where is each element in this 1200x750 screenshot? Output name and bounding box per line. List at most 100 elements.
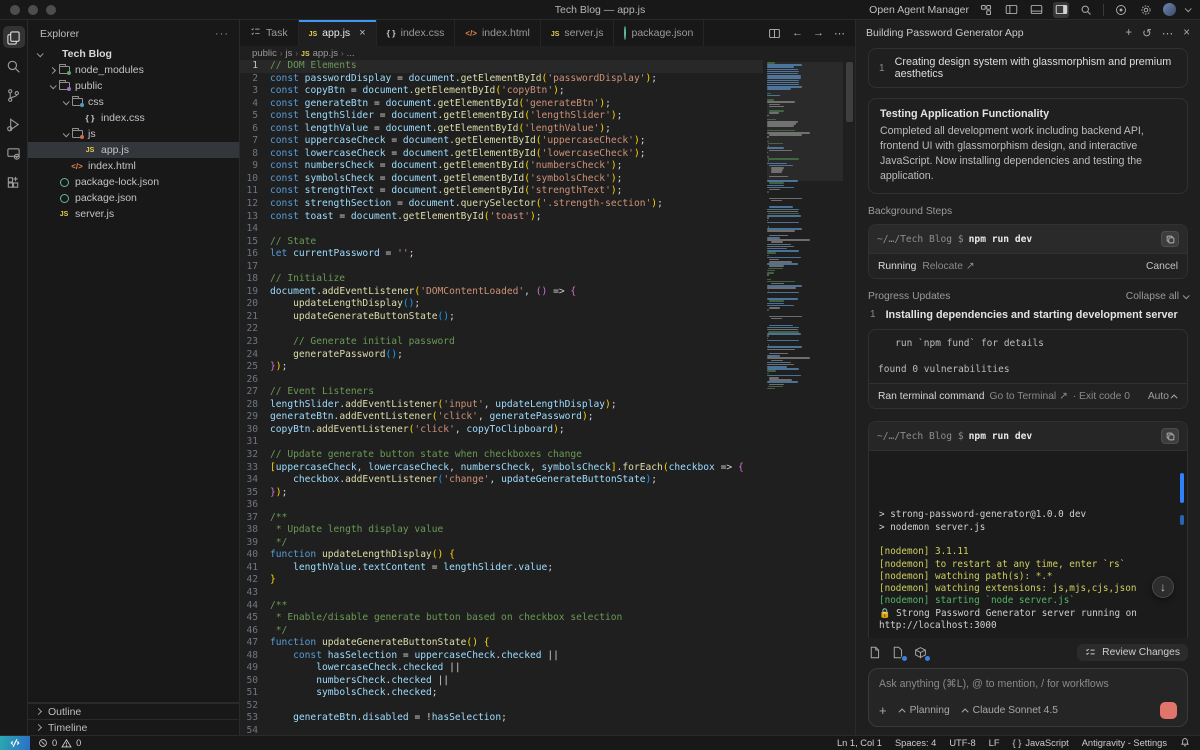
code-line[interactable]: 22: [240, 323, 763, 336]
artifacts-icon[interactable]: [914, 646, 928, 660]
toggle-bottom-panel-icon[interactable]: [1028, 2, 1044, 18]
collapse-all-button[interactable]: Collapse all: [1126, 291, 1188, 302]
toggle-right-panel-icon[interactable]: [1053, 2, 1069, 18]
tab-index-css[interactable]: { }index.css: [377, 20, 456, 46]
code-line[interactable]: 11const strengthText = document.getEleme…: [240, 185, 763, 198]
tab-package-json[interactable]: package.json: [614, 20, 704, 46]
code-line[interactable]: 45 * Enable/disable generate button base…: [240, 612, 763, 625]
notifications-bell-icon[interactable]: [1180, 737, 1190, 749]
code-line[interactable]: 15// State: [240, 236, 763, 249]
problems-indicator[interactable]: 0 0: [30, 738, 81, 749]
sidebar-item-search[interactable]: [3, 55, 25, 77]
code-line[interactable]: 44/**: [240, 600, 763, 613]
sidebar-item-run-debug[interactable]: [3, 113, 25, 135]
tree-item-index-html[interactable]: </>index.html: [28, 158, 239, 174]
code-line[interactable]: 50 numbersCheck.checked ||: [240, 675, 763, 688]
scroll-to-bottom-button[interactable]: ↓: [1152, 576, 1174, 598]
code-line[interactable]: 34 checkbox.addEventListener('change', u…: [240, 474, 763, 487]
sidebar-section-outline[interactable]: Outline: [28, 703, 239, 719]
tree-item-public[interactable]: public: [28, 78, 239, 94]
gear-icon[interactable]: [1138, 2, 1154, 18]
tree-item-tech-blog[interactable]: Tech Blog: [28, 46, 239, 62]
auto-dropdown[interactable]: Auto: [1148, 391, 1178, 402]
changed-file-icon[interactable]: [891, 646, 905, 660]
minimap[interactable]: [767, 62, 843, 735]
code-line[interactable]: 48 const hasSelection = uppercaseCheck.c…: [240, 650, 763, 663]
code-line[interactable]: 12const strengthSection = document.query…: [240, 198, 763, 211]
chevron-down-icon[interactable]: [1185, 5, 1192, 12]
code-line[interactable]: 42}: [240, 574, 763, 587]
code-line[interactable]: 21 updateGenerateButtonState();: [240, 311, 763, 324]
file-context-icon[interactable]: [868, 646, 882, 660]
status-item-spaces-4[interactable]: Spaces: 4: [895, 738, 936, 748]
code-line[interactable]: 36: [240, 499, 763, 512]
code-line[interactable]: 26: [240, 374, 763, 387]
code-line[interactable]: 20 updateLengthDisplay();: [240, 298, 763, 311]
tab-index-html[interactable]: </>index.html: [455, 20, 540, 46]
breadcrumb-item[interactable]: JSapp.js: [301, 48, 338, 59]
code-line[interactable]: 54: [240, 725, 763, 735]
status-item-javascript[interactable]: { }JavaScript: [1013, 738, 1069, 748]
goto-terminal-link[interactable]: Go to Terminal ↗: [989, 390, 1067, 402]
code-line[interactable]: 7const uppercaseCheck = document.getElem…: [240, 135, 763, 148]
review-changes-button[interactable]: Review Changes: [1077, 644, 1188, 661]
tree-item-server-js[interactable]: JSserver.js: [28, 206, 239, 222]
window-controls[interactable]: [10, 5, 56, 15]
code-line[interactable]: 46 */: [240, 625, 763, 638]
code-line[interactable]: 39 */: [240, 537, 763, 550]
new-task-icon[interactable]: +: [1125, 27, 1132, 39]
code-line[interactable]: 1// DOM Elements: [240, 60, 763, 73]
code-line[interactable]: 40function updateLengthDisplay() {: [240, 549, 763, 562]
history-icon[interactable]: ↺: [1142, 26, 1152, 40]
tree-item-index-css[interactable]: { }index.css: [28, 110, 239, 126]
code-line[interactable]: 17: [240, 261, 763, 274]
sidebar-item-explorer[interactable]: [3, 26, 25, 48]
code-line[interactable]: 5const lengthSlider = document.getElemen…: [240, 110, 763, 123]
tree-item-js[interactable]: js: [28, 126, 239, 142]
close-window-button[interactable]: [10, 5, 20, 15]
breadcrumb-item[interactable]: js: [286, 48, 293, 59]
code-line[interactable]: 33[uppercaseCheck, lowercaseCheck, numbe…: [240, 462, 763, 475]
stop-button[interactable]: [1160, 702, 1177, 719]
code-line[interactable]: 13const toast = document.getElementById(…: [240, 211, 763, 224]
code-line[interactable]: 9const numbersCheck = document.getElemen…: [240, 160, 763, 173]
copy-icon[interactable]: [1161, 231, 1179, 247]
code-line[interactable]: 24 generatePassword();: [240, 349, 763, 362]
open-agent-manager-button[interactable]: Open Agent Manager: [869, 4, 969, 16]
breadcrumb[interactable]: public›js›JSapp.js›...: [240, 46, 855, 60]
terminal-scrollbar[interactable]: [1180, 473, 1184, 503]
agent-conversation[interactable]: 1 Creating design system with glassmorph…: [856, 46, 1200, 638]
code-line[interactable]: 31: [240, 436, 763, 449]
terminal-scrollbar[interactable]: [1180, 515, 1184, 525]
navigate-back-icon[interactable]: ←: [792, 27, 803, 39]
code-line[interactable]: 35});: [240, 487, 763, 500]
code-line[interactable]: 51 symbolsCheck.checked;: [240, 687, 763, 700]
code-line[interactable]: 38 * Update length display value: [240, 524, 763, 537]
tree-item-node-modules[interactable]: node_modules: [28, 62, 239, 78]
breadcrumb-item[interactable]: ...: [347, 48, 355, 59]
assistant-icon[interactable]: [1113, 2, 1129, 18]
status-item-utf-8[interactable]: UTF-8: [949, 738, 975, 748]
avatar[interactable]: [1163, 3, 1176, 16]
code-line[interactable]: 49 lowercaseCheck.checked ||: [240, 662, 763, 675]
sidebar-item-extensions[interactable]: [3, 171, 25, 193]
close-panel-icon[interactable]: ×: [1183, 27, 1190, 39]
tab-task[interactable]: Task: [240, 20, 299, 46]
code-line[interactable]: 23 // Generate initial password: [240, 336, 763, 349]
status-item-antigravity-settings[interactable]: Antigravity - Settings: [1082, 738, 1167, 748]
code-line[interactable]: 16let currentPassword = '';: [240, 248, 763, 261]
navigate-forward-icon[interactable]: →: [813, 27, 824, 39]
code-line[interactable]: 3const copyBtn = document.getElementById…: [240, 85, 763, 98]
code-editor[interactable]: 1// DOM Elements2const passwordDisplay =…: [240, 60, 855, 735]
tab-server-js[interactable]: JSserver.js: [541, 20, 615, 46]
add-context-icon[interactable]: +: [879, 703, 887, 718]
status-item-ln-1-col-1[interactable]: Ln 1, Col 1: [837, 738, 882, 748]
code-line[interactable]: 41 lengthValue.textContent = lengthSlide…: [240, 562, 763, 575]
code-line[interactable]: 30copyBtn.addEventListener('click', copy…: [240, 424, 763, 437]
tree-item-package-json[interactable]: package.json: [28, 190, 239, 206]
tree-item-css[interactable]: css: [28, 94, 239, 110]
code-line[interactable]: 47function updateGenerateButtonState() {: [240, 637, 763, 650]
copy-icon[interactable]: [1161, 428, 1179, 444]
tab-app-js[interactable]: JSapp.js×: [299, 20, 377, 46]
cancel-button[interactable]: Cancel: [1146, 261, 1178, 272]
